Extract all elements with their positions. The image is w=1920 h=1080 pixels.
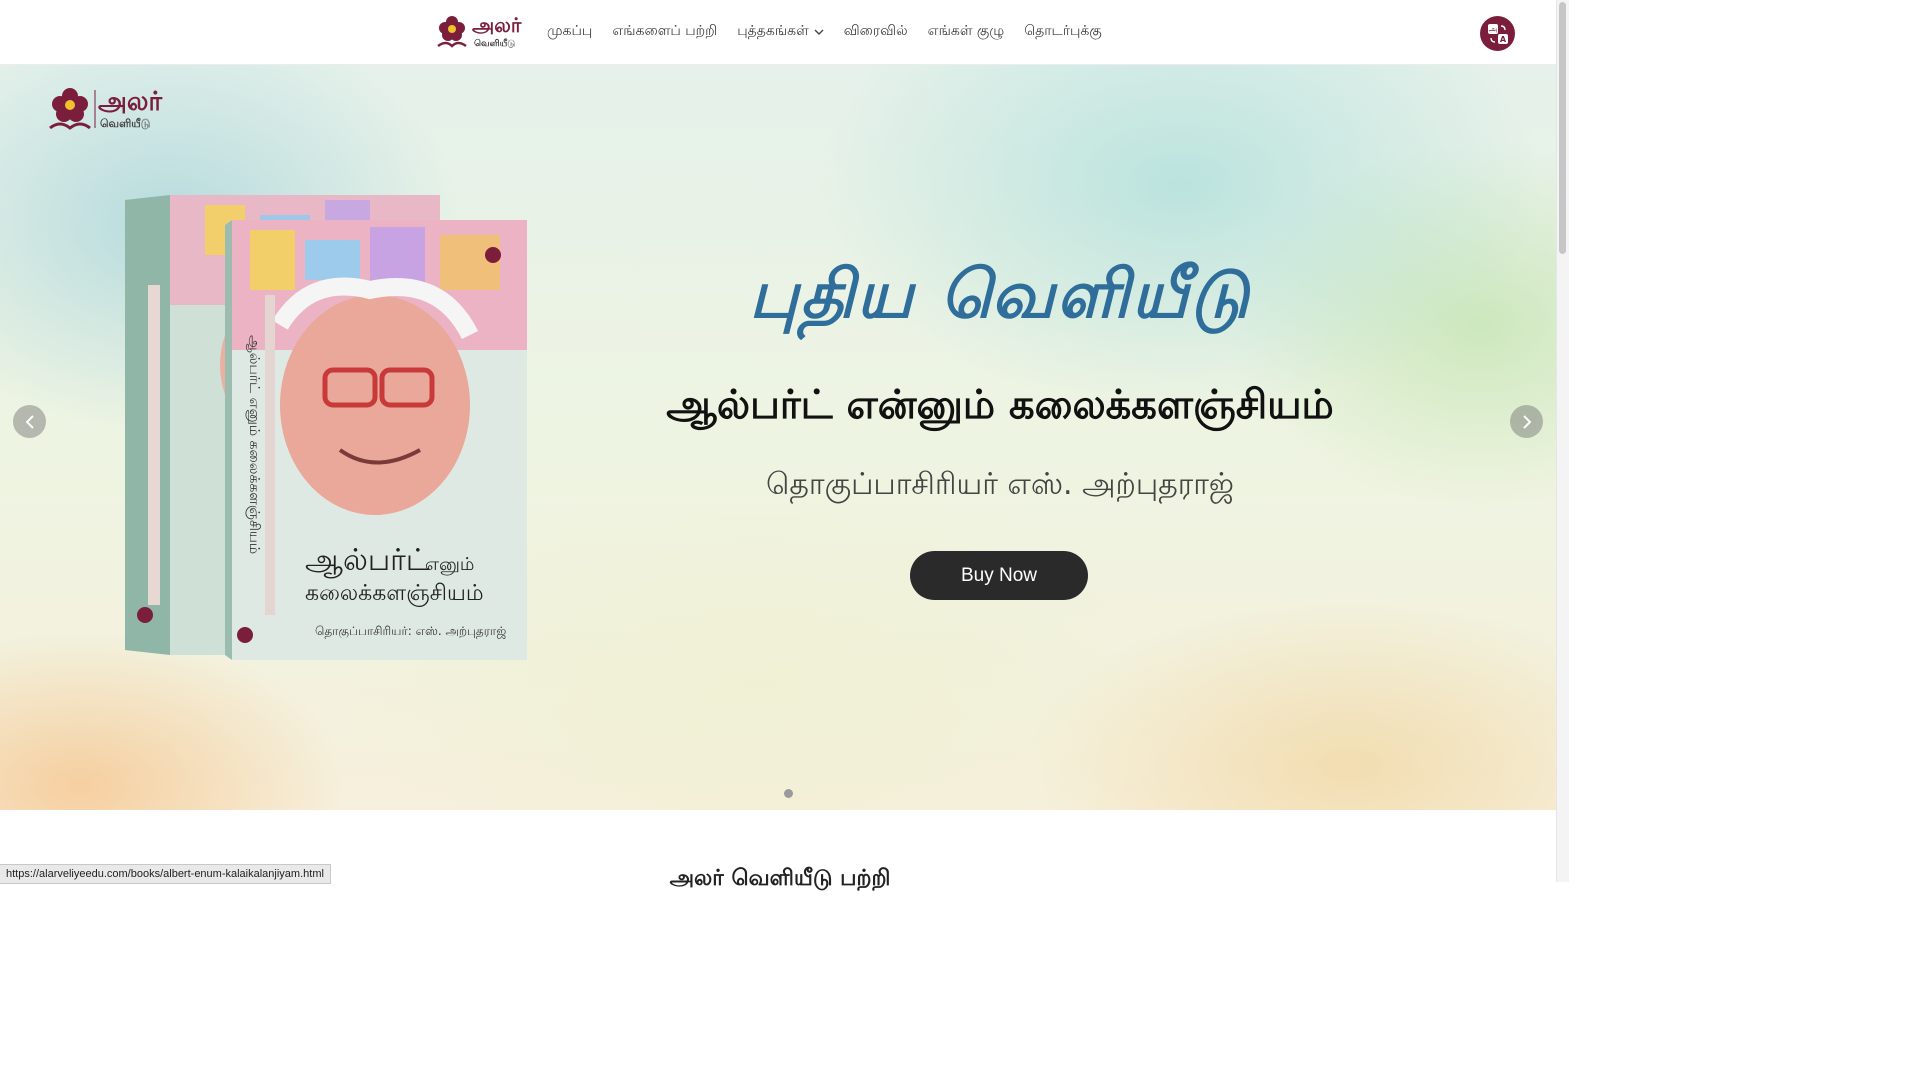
nav-link-about[interactable]: எங்களைப் பற்றி — [612, 23, 717, 41]
language-button[interactable]: அ A — [1480, 16, 1515, 51]
svg-text:அ: அ — [1488, 25, 1497, 34]
hero-logo-subtext: வெளியீடு — [100, 117, 151, 130]
hero-logo: அலர் வெளியீடு — [48, 82, 168, 134]
page-scrollbar[interactable] — [1556, 0, 1569, 882]
chevron-left-icon — [25, 414, 34, 429]
nav-link-team[interactable]: எங்கள் குழு — [928, 23, 1005, 41]
nav-logo-subtext: வெளியீடு — [474, 38, 515, 49]
slider-next-button[interactable] — [1510, 405, 1543, 438]
chevron-down-icon — [814, 24, 824, 40]
slider-prev-button[interactable] — [13, 405, 46, 438]
hero-text: புதிய வெளியீடு ஆல்பர்ட் என்னும் கலைக்களஞ… — [580, 255, 1420, 506]
flower-book-icon — [437, 16, 467, 48]
book-cover-image: ஆல்பர்ட் எனும் கலைக்களஞ்சியம் ஆல்பர்ட் எ… — [110, 195, 550, 675]
slider-dot[interactable] — [784, 789, 793, 798]
cover-spine-text: ஆல்பர்ட் எனும் கலைக்களஞ்சியம் — [246, 335, 262, 554]
chevron-right-icon — [1522, 414, 1531, 429]
cover-editor: தொகுப்பாசிரியர்: எஸ். அற்புதராஜ் — [315, 624, 506, 638]
translate-icon: அ A — [1487, 23, 1508, 44]
nav-logo[interactable]: அலர் வெளியீடு — [436, 10, 526, 54]
nav-link-books[interactable]: புத்தகங்கள் — [737, 23, 824, 41]
buy-now-button[interactable]: Buy Now — [910, 551, 1088, 600]
nav-link-home[interactable]: முகப்பு — [547, 23, 592, 41]
top-navigation: அலர் வெளியீடு முகப்பு எங்களைப் பற்றி புத… — [0, 0, 1556, 65]
status-bar-url: https://alarveliyeedu.com/books/albert-e… — [0, 864, 331, 884]
nav-link-coming-soon[interactable]: விரைவில் — [844, 23, 908, 41]
cover-title-small: எனும் — [425, 554, 474, 575]
scrollbar-thumb[interactable] — [1559, 2, 1566, 254]
hero-book-editor: தொகுப்பாசிரியர் எஸ். அற்புதராஜ் — [766, 467, 1234, 502]
nav-logo-text: அலர் — [472, 13, 522, 37]
nav-links: முகப்பு எங்களைப் பற்றி புத்தகங்கள் விரைவ… — [547, 0, 1122, 64]
hero-book-title: ஆல்பர்ட் என்னும் கலைக்களஞ்சியம் — [666, 382, 1334, 428]
nav-link-books-label: புத்தகங்கள் — [737, 23, 809, 39]
nav-link-contact[interactable]: தொடர்புக்கு — [1024, 23, 1102, 41]
about-section-heading: அலர் வெளியீடு பற்றி — [669, 866, 891, 891]
hero-logo-text: அலர் — [98, 87, 162, 117]
svg-text:A: A — [1499, 35, 1506, 44]
hero-slider: அலர் வெளியீடு ஆல்பர்ட் எனும் கலைக்களஞ்சி… — [0, 65, 1556, 810]
cover-title-line2: கலைக்களஞ்சியம் — [305, 581, 484, 607]
front-book-cover: ஆல்பர்ட் எனும் கலைக்களஞ்சியம் ஆல்பர்ட் எ… — [225, 220, 527, 660]
hero-headline: புதிய வெளியீடு — [749, 255, 1251, 333]
cover-title-main: ஆல்பர்ட் — [305, 543, 430, 578]
flower-book-icon — [49, 88, 91, 130]
